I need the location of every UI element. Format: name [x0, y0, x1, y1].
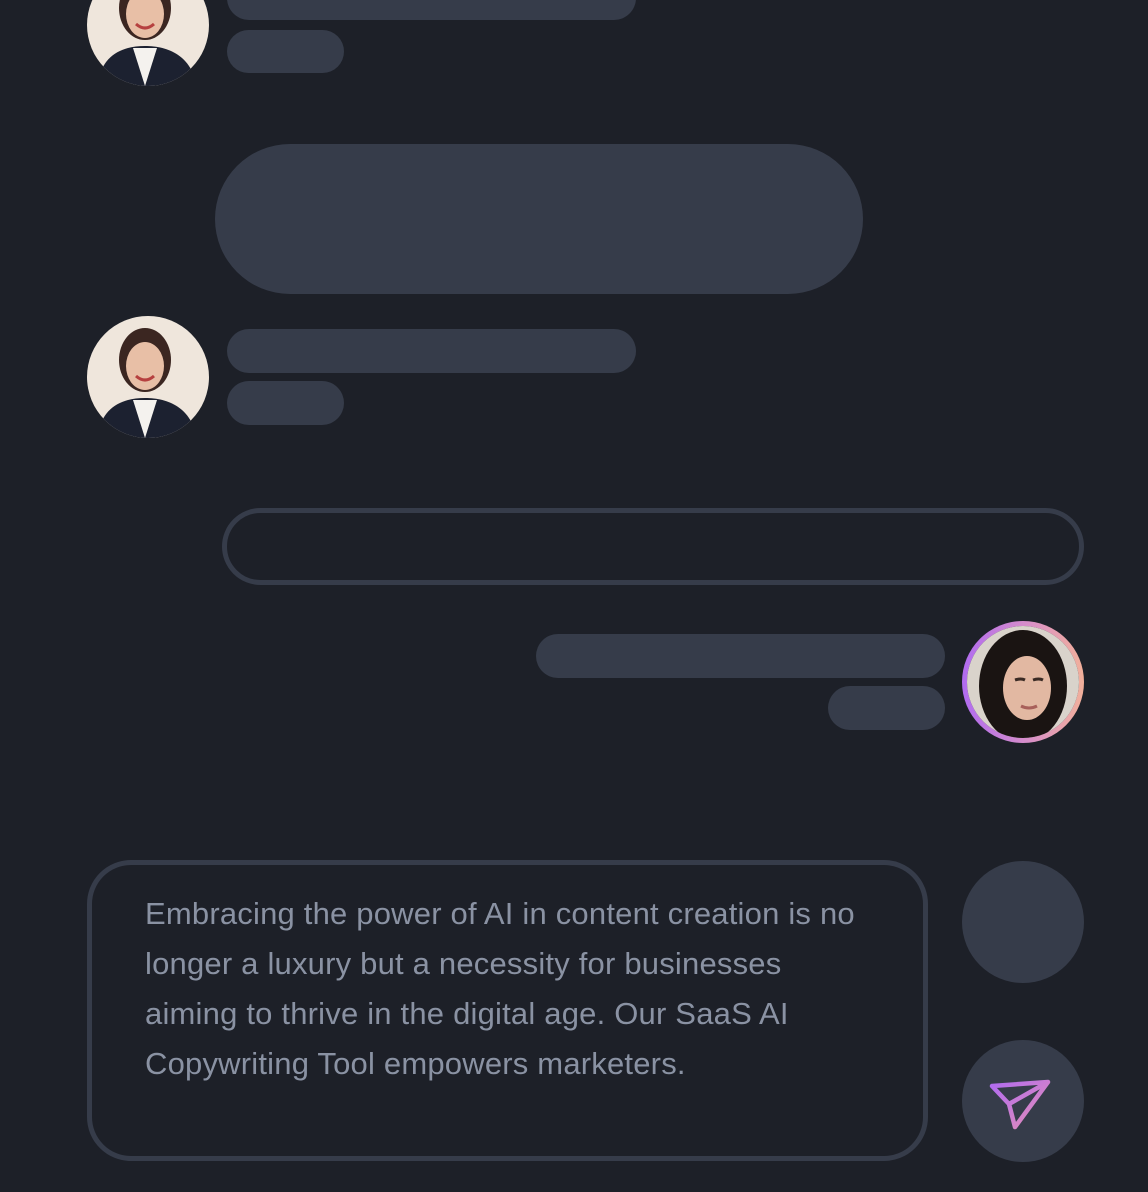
message-line-placeholder	[227, 0, 636, 20]
avatar-contact[interactable]	[87, 316, 209, 438]
attach-button[interactable]	[962, 861, 1084, 983]
send-icon	[989, 1079, 1051, 1130]
woman-dark-hair-avatar-icon	[967, 626, 1079, 738]
message-composer[interactable]: Embracing the power of AI in content cre…	[87, 860, 928, 1161]
woman-smiling-avatar-icon	[87, 316, 209, 438]
message-line-placeholder	[227, 329, 636, 373]
woman-smiling-avatar-icon	[87, 0, 209, 86]
composer-text[interactable]: Embracing the power of AI in content cre…	[145, 889, 875, 1089]
message-meta-placeholder	[227, 30, 344, 73]
avatar-self[interactable]	[962, 621, 1084, 743]
send-button[interactable]	[962, 1040, 1084, 1162]
message-bubble-placeholder	[215, 144, 863, 294]
message-meta-placeholder	[227, 381, 344, 425]
message-meta-placeholder	[828, 686, 945, 730]
message-line-placeholder	[536, 634, 945, 678]
avatar-contact[interactable]	[87, 0, 209, 86]
message-outline-placeholder	[222, 508, 1084, 585]
